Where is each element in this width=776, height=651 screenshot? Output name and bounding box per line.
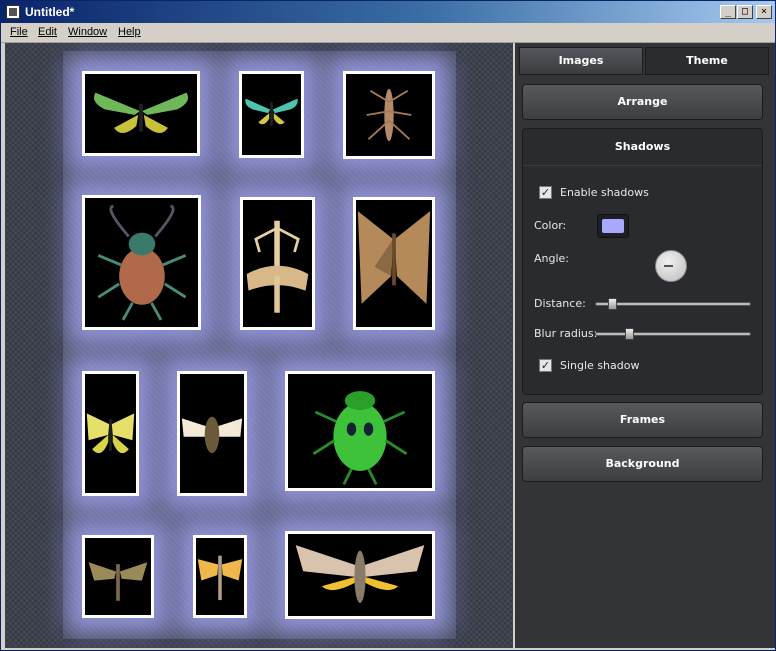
photo-moth-large[interactable] [285, 531, 435, 619]
butterfly-image [245, 98, 298, 126]
menu-bar: File Edit Window Help [1, 23, 775, 43]
photo-cicada[interactable] [177, 371, 247, 496]
angle-label: Angle: [534, 252, 570, 265]
moth-image [357, 211, 431, 304]
shadows-header[interactable]: Shadows [523, 129, 762, 166]
minimize-button[interactable]: _ [720, 5, 736, 19]
menu-help-label: Help [118, 26, 141, 38]
tab-theme[interactable]: Theme [645, 47, 769, 75]
butterfly-image [93, 92, 189, 134]
shadow-color-button[interactable] [597, 214, 629, 238]
background-button[interactable]: Background [522, 446, 763, 482]
distance-slider[interactable] [595, 298, 751, 310]
menu-edit-label: Edit [38, 26, 57, 38]
enable-shadows-label: Enable shadows [560, 186, 649, 199]
stick-insect-image [366, 88, 412, 142]
arrange-button[interactable]: Arrange [522, 84, 763, 120]
locust-image [197, 555, 243, 601]
hawkmoth-image [88, 562, 148, 601]
photo-butterfly-green-1[interactable] [82, 71, 200, 156]
menu-window-label: Window [68, 26, 108, 38]
app-window: Untitled* _ □ × File Edit Window Help Im… [0, 0, 776, 651]
window-title: Untitled* [25, 5, 75, 19]
butterfly-image [86, 413, 135, 454]
title-bar[interactable]: Untitled* _ □ × [1, 1, 775, 23]
beetle-image [312, 391, 408, 485]
canvas-area[interactable] [5, 43, 513, 648]
blur-radius-slider[interactable] [595, 328, 751, 340]
photo-mantis[interactable] [240, 197, 315, 330]
single-shadow-label: Single shadow [560, 359, 640, 372]
menu-edit[interactable]: Edit [38, 26, 57, 38]
shadow-color-swatch [602, 219, 624, 233]
angle-dial[interactable] [655, 250, 687, 282]
tab-images[interactable]: Images [519, 47, 643, 75]
close-button[interactable]: × [756, 5, 772, 19]
maximize-button[interactable]: □ [737, 5, 753, 19]
photo-hawkmoth-small[interactable] [82, 535, 154, 618]
enable-shadows-checkbox[interactable]: ✓ [539, 186, 552, 199]
side-panel: Images Theme Arrange Shadows ✓ Enable sh… [515, 43, 775, 648]
page-sheet[interactable] [63, 51, 456, 639]
menu-file-label: File [10, 26, 28, 38]
beetle-image [97, 204, 187, 321]
menu-file[interactable]: File [10, 26, 28, 38]
shadows-section: Shadows ✓ Enable shadows Color: Angle: D… [522, 128, 763, 395]
menu-help[interactable]: Help [118, 26, 141, 38]
photo-butterfly-yellow[interactable] [82, 371, 139, 496]
photo-beetle-copper[interactable] [82, 195, 201, 330]
distance-slider-thumb[interactable] [608, 298, 617, 310]
photo-locust-yellow[interactable] [193, 535, 247, 618]
photo-grasshopper[interactable] [343, 71, 435, 159]
distance-label: Distance: [534, 297, 586, 310]
frames-button[interactable]: Frames [522, 402, 763, 438]
tab-bar: Images Theme [519, 47, 771, 75]
mantis-image [246, 220, 309, 313]
color-label: Color: [534, 219, 567, 232]
blur-radius-slider-thumb[interactable] [625, 328, 634, 340]
cicada-image [181, 416, 243, 454]
photo-beetle-green[interactable] [285, 371, 435, 491]
photo-butterfly-green-2[interactable] [239, 71, 304, 158]
app-icon [6, 5, 20, 19]
photo-moth-brown[interactable] [353, 197, 435, 330]
moth-image [295, 545, 425, 603]
blur-radius-label: Blur radius: [534, 327, 598, 340]
single-shadow-checkbox[interactable]: ✓ [539, 359, 552, 372]
menu-window[interactable]: Window [68, 26, 107, 38]
